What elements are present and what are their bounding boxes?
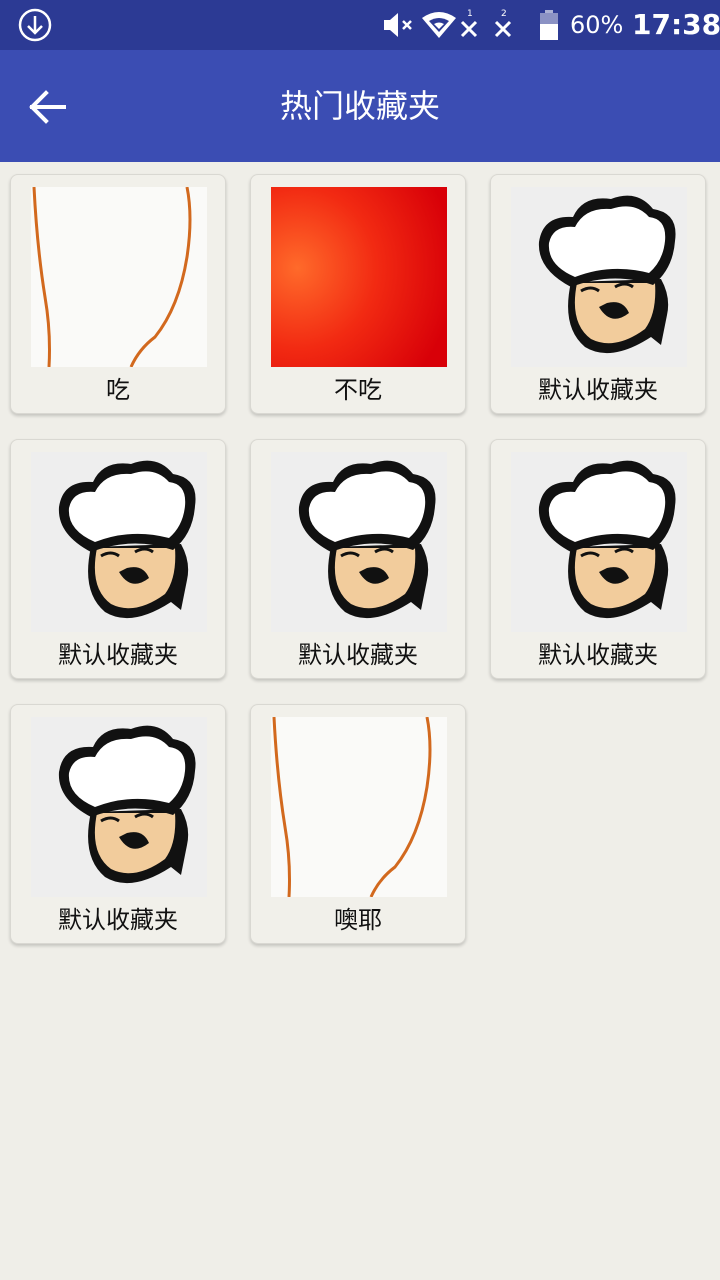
chef-image <box>31 452 207 632</box>
folder-label: 默认收藏夹 <box>538 641 658 669</box>
folder-card[interactable]: 不吃 <box>250 174 466 414</box>
sim2-no-signal-icon: 2 <box>494 9 512 38</box>
folder-card[interactable]: 默认收藏夹 <box>490 439 706 679</box>
folder-label: 默认收藏夹 <box>58 641 178 669</box>
clock: 17:38 <box>632 8 720 41</box>
folder-thumbnail <box>271 187 447 367</box>
folder-label: 默认收藏夹 <box>58 906 178 934</box>
folder-card[interactable]: 默认收藏夹 <box>10 439 226 679</box>
chef-image <box>271 452 447 632</box>
chef-image <box>511 187 687 367</box>
status-bar: 1 2 60% 17:38 <box>0 0 720 50</box>
folder-thumbnail <box>271 717 447 897</box>
folder-label: 不吃 <box>334 376 382 404</box>
app-bar: 热门收藏夹 <box>0 50 720 162</box>
folder-label: 默认收藏夹 <box>298 641 418 669</box>
chef-image <box>31 717 207 897</box>
chef-image <box>511 452 687 632</box>
folder-label: 默认收藏夹 <box>538 376 658 404</box>
folder-label: 噢耶 <box>334 906 382 934</box>
battery-icon <box>540 10 558 40</box>
folder-card[interactable]: 吃 <box>10 174 226 414</box>
folder-card[interactable]: 默认收藏夹 <box>250 439 466 679</box>
mute-icon <box>384 13 412 37</box>
download-icon <box>18 8 52 42</box>
battery-percent: 60% <box>570 11 624 39</box>
folder-card[interactable]: 默认收藏夹 <box>490 174 706 414</box>
page-title: 热门收藏夹 <box>279 87 440 125</box>
folder-card[interactable]: 噢耶 <box>250 704 466 944</box>
folder-label: 吃 <box>106 376 130 404</box>
folder-thumbnail <box>31 187 207 367</box>
folder-card[interactable]: 默认收藏夹 <box>10 704 226 944</box>
sim2-label: 2 <box>501 9 507 19</box>
sim1-label: 1 <box>467 9 473 19</box>
wifi-icon <box>422 12 456 38</box>
sim1-no-signal-icon: 1 <box>460 9 478 38</box>
